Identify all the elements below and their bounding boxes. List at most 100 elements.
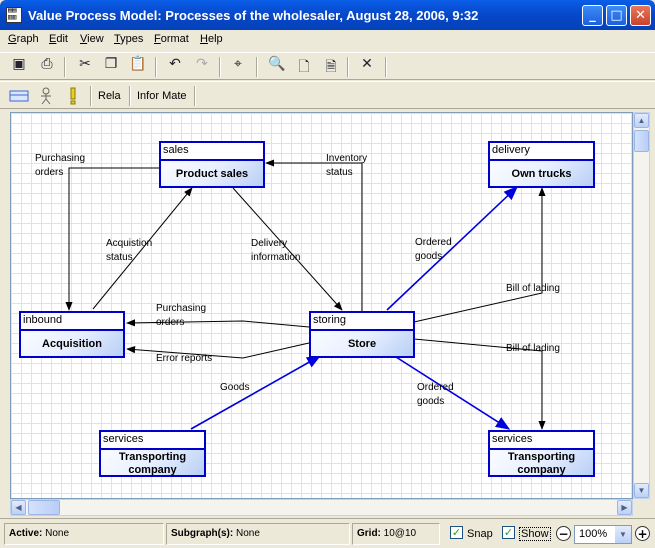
edge-goods[interactable]	[190, 355, 322, 430]
node-type-label: services	[101, 432, 204, 450]
edge-label-error-reports: Error reports	[156, 353, 213, 364]
zoom-dropdown-button[interactable]: ▼	[615, 526, 631, 543]
active-status: Active: None	[4, 523, 164, 545]
chevron-down-icon: ▼	[637, 486, 646, 495]
diagram-app-icon[interactable]: ▤▤ ▥▥	[6, 7, 22, 23]
delete-button[interactable]: ✕	[356, 56, 378, 78]
subgraph-value: None	[236, 528, 260, 539]
diagram-canvas[interactable]: Purchasing orders Inventory status Acqui…	[10, 112, 633, 499]
toolbar-separator	[90, 86, 92, 106]
toolbar-separator	[219, 57, 221, 77]
edge-label-purchasing-orders-top: Purchasing orders	[35, 153, 86, 178]
title-bar: ▤▤ ▥▥ Value Process Model: Processes of t…	[0, 0, 655, 30]
vertical-scroll-thumb[interactable]	[634, 130, 649, 152]
main-toolbar: ▣ ⎙ ✂ ❐ 📋 ↶ ↷ ⌖ 🔍 🗋 🗎 ✕	[0, 52, 655, 80]
edge-label-inventory-status: Inventory status	[326, 153, 368, 178]
redo-button[interactable]: ↷	[191, 56, 213, 78]
checkmark-icon: ✓	[451, 526, 462, 539]
paste-button[interactable]: 📋	[127, 56, 149, 78]
grid-status: Grid: 10@10	[352, 523, 440, 545]
info-marker-tool-button[interactable]	[62, 85, 84, 107]
page-button[interactable]: 🗋	[293, 56, 315, 78]
zoom-value: 100%	[579, 528, 608, 540]
grid-value: 10@10	[383, 528, 417, 539]
toolbar-separator	[194, 86, 196, 106]
edge-error-reports[interactable]	[126, 342, 310, 359]
layout-button[interactable]: ⌖	[227, 56, 249, 78]
node-name-label: Transporting company	[507, 451, 576, 476]
redo-icon: ↷	[196, 56, 208, 72]
print-button[interactable]: ⎙	[36, 56, 58, 78]
info-material-tool-button[interactable]: Infor Mate	[137, 90, 187, 102]
scroll-right-button[interactable]: ▶	[617, 500, 632, 515]
close-icon: ✕	[635, 8, 646, 23]
process-node-sales[interactable]: sales Product sales	[159, 141, 265, 188]
node-type-label: sales	[161, 143, 263, 161]
cut-icon: ✂	[79, 56, 91, 72]
scroll-left-button[interactable]: ◀	[11, 500, 26, 515]
menu-view[interactable]: View	[80, 33, 104, 45]
edge-label-bill-of-lading-top: Bill of lading	[506, 283, 560, 294]
chevron-left-icon: ◀	[15, 503, 22, 512]
scroll-down-button[interactable]: ▼	[634, 483, 649, 498]
node-name-label: Store	[347, 338, 377, 350]
horizontal-scrollbar[interactable]: ◀ ▶	[10, 499, 633, 516]
checkmark-icon: ✓	[503, 526, 514, 539]
relation-tool-button[interactable]: Rela	[98, 90, 121, 102]
node-type-label: delivery	[490, 143, 593, 161]
scroll-up-button[interactable]: ▲	[634, 113, 649, 128]
zoom-button[interactable]: 🔍	[266, 56, 288, 78]
page-icon: 🗋	[298, 59, 310, 75]
menu-edit[interactable]: Edit	[49, 33, 68, 45]
palette-toolbar: Rela Infor Mate	[0, 81, 655, 109]
new-graph-button[interactable]: ▣	[8, 56, 30, 78]
actor-tool-button[interactable]	[35, 85, 57, 107]
menu-format[interactable]: Format	[154, 33, 189, 45]
toolbar-separator	[64, 57, 66, 77]
process-node-icon	[9, 90, 29, 102]
maximize-button[interactable]: □	[606, 5, 627, 26]
window-title: Value Process Model: Processes of the wh…	[28, 8, 479, 23]
minimize-icon: _	[589, 8, 596, 23]
edge-purchasing-orders-mid[interactable]	[126, 319, 310, 328]
subgraph-status: Subgraph(s): None	[166, 523, 350, 545]
undo-button[interactable]: ↶	[164, 56, 186, 78]
edge-label-ordered-goods-bottom: Ordered goods	[417, 382, 454, 407]
node-type-label: inbound	[21, 313, 123, 331]
zoom-icon: 🔍	[268, 56, 286, 72]
copy-button[interactable]: ❐	[100, 56, 122, 78]
process-node-inbound[interactable]: inbound Acquisition	[19, 311, 125, 358]
process-node-delivery[interactable]: delivery Own trucks	[488, 141, 595, 188]
process-node-services-left[interactable]: services Transporting company	[99, 430, 206, 477]
edge-label-goods: Goods	[220, 382, 250, 393]
menu-help[interactable]: Help	[200, 33, 223, 45]
menu-graph[interactable]: Graph	[8, 33, 39, 45]
minimize-button[interactable]: _	[582, 5, 603, 26]
edge-label-ordered-goods-top: Ordered goods	[415, 237, 452, 262]
process-node-services-right[interactable]: services Transporting company	[488, 430, 595, 477]
node-name-label: Product sales	[175, 168, 249, 180]
show-grid-checkbox[interactable]: ✓	[502, 526, 515, 539]
snap-checkbox[interactable]: ✓	[450, 526, 463, 539]
document-icon: 🗎	[325, 59, 337, 75]
zoom-select[interactable]: 100% ▼	[574, 525, 632, 544]
info-marker-icon	[70, 87, 76, 105]
zoom-out-button[interactable]: −	[556, 526, 571, 541]
menu-types[interactable]: Types	[114, 33, 143, 45]
horizontal-scroll-thumb[interactable]	[28, 500, 60, 515]
zoom-in-icon: +	[637, 527, 648, 541]
close-button[interactable]: ✕	[630, 5, 651, 26]
paste-icon: 📋	[129, 56, 147, 72]
cut-button[interactable]: ✂	[74, 56, 96, 78]
process-tool-button[interactable]	[8, 85, 30, 107]
print-icon: ⎙	[41, 56, 53, 72]
zoom-in-button[interactable]: +	[635, 526, 650, 541]
chevron-down-icon: ▼	[619, 530, 627, 539]
node-name-label: Own trucks	[511, 168, 572, 180]
process-node-storing[interactable]: storing Store	[309, 311, 415, 358]
chevron-up-icon: ▲	[637, 116, 646, 125]
edge-label-bill-of-lading-bottom: Bill of lading	[506, 343, 560, 354]
vertical-scrollbar[interactable]: ▲ ▼	[633, 112, 650, 499]
document-button[interactable]: 🗎	[320, 56, 342, 78]
toolbar-separator	[256, 57, 258, 77]
